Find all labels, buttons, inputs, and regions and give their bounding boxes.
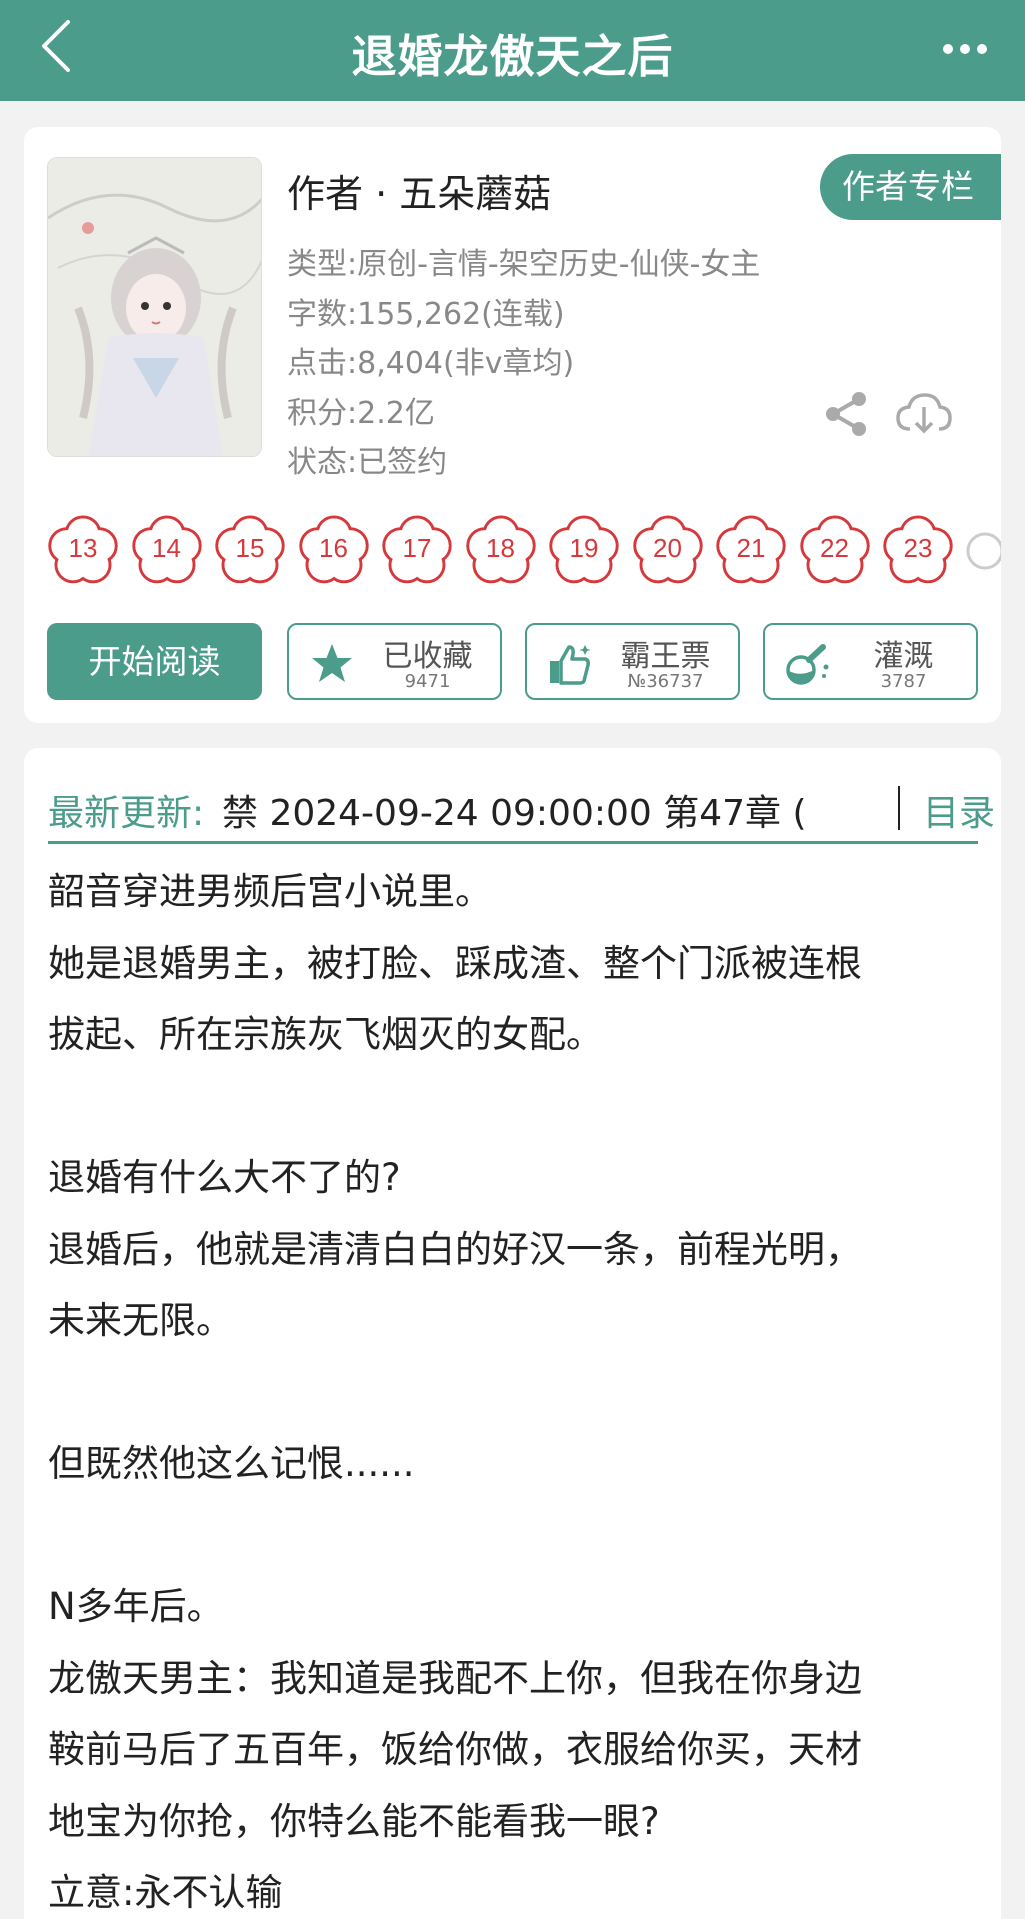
top-bar: 退婚龙傲天之后: [0, 0, 1025, 101]
badge-number: 21: [736, 533, 766, 563]
level-badge: 17: [380, 513, 454, 587]
intro-line: [48, 1500, 978, 1572]
level-badge: 23: [881, 513, 955, 587]
intro-line: 地宝为你抢，你特么能不能看我一眼?: [48, 1799, 660, 1843]
collect-label: 已收藏: [382, 639, 473, 674]
intro-line: 她是退婚男主，被打脸、踩成渣、整个门派被连根: [48, 941, 862, 985]
book-introduction: 韶音穿进男频后宫小说里。她是退婚男主，被打脸、踩成渣、整个门派被连根 拔起、所在宗…: [48, 856, 978, 1919]
intro-line: N多年后。: [48, 1585, 224, 1628]
star-icon: [312, 644, 352, 682]
intro-line: 退婚后，他就是清清白白的好汉一条，前程光明，: [48, 1227, 862, 1271]
author-column-button[interactable]: 作者专栏: [820, 154, 1001, 220]
score-text: 积分:2.2亿: [287, 395, 435, 431]
latest-update-bar[interactable]: 最新更新: 禁 2024-09-24 09:00:00 第47章 ( 目录: [48, 768, 995, 844]
badge-number: 15: [235, 533, 265, 563]
divider: [898, 786, 900, 830]
intro-line: 退婚有什么大不了的?: [48, 1156, 401, 1199]
level-badge: 21: [714, 513, 788, 587]
author-name[interactable]: 作者 · 五朵蘑菇: [287, 163, 551, 218]
collect-button[interactable]: 已收藏 9471: [287, 623, 502, 700]
badge-row: 13 14 15 16 17 18 19 20 21 22 23: [46, 513, 1001, 593]
potion-flask-icon: [786, 644, 829, 685]
intro-line: 韶音穿进男频后宫小说里。: [48, 870, 492, 913]
word-count-text: 字数:155,262(连载): [287, 296, 565, 332]
intro-card: 最新更新: 禁 2024-09-24 09:00:00 第47章 ( 目录 韶音…: [24, 748, 1001, 1919]
vote-label: 霸王票: [620, 639, 711, 674]
intro-line: 龙傲天男主：我知道是我配不上你，但我在你身边: [48, 1656, 862, 1700]
badge-number: 18: [486, 533, 515, 563]
level-badge: 14: [130, 513, 204, 587]
book-cover[interactable]: [47, 157, 262, 457]
level-badge: 15: [213, 513, 287, 587]
intro-line: 未来无限。: [48, 1299, 233, 1342]
intro-line: 立意:永不认输: [48, 1871, 283, 1914]
clicks-text: 点击:8,404(非v章均): [287, 346, 575, 381]
level-badge: 19: [547, 513, 621, 587]
water-label: 灌溉: [873, 639, 934, 674]
badge-number: 17: [402, 533, 432, 563]
water-count: 3787: [880, 671, 927, 692]
book-info-card: 作者 · 五朵蘑菇 作者专栏 类型:原创-言情-架空历史-仙侠-女主 字数:15…: [24, 127, 1001, 723]
intro-line: 鞍前马后了五百年，饭给你做，衣服给你买，天材: [48, 1728, 862, 1771]
download-button[interactable]: [894, 389, 954, 439]
start-reading-button[interactable]: 开始阅读: [47, 623, 262, 700]
intro-line: [48, 1071, 978, 1143]
intro-line: 拔起、所在宗族灰飞烟灭的女配。: [48, 1013, 603, 1056]
book-meta: 类型:原创-言情-架空历史-仙侠-女主 字数:155,262(连载) 点击:8,…: [287, 240, 760, 488]
collect-count: 9471: [404, 671, 451, 692]
level-badge: 18: [464, 513, 538, 587]
share-button[interactable]: [821, 389, 871, 439]
water-button[interactable]: 灌溉 3787: [763, 623, 978, 700]
intro-line: [48, 1357, 978, 1429]
badge-number: 14: [152, 533, 181, 563]
latest-update-label: 最新更新:: [48, 793, 205, 834]
genre-text: 类型:原创-言情-架空历史-仙侠-女主: [287, 247, 761, 282]
intro-line: 但既然他这么记恨......: [48, 1442, 415, 1485]
level-badge: 20: [631, 513, 705, 587]
level-badge: 13: [46, 513, 120, 587]
flower-badge-icon: [966, 532, 1001, 570]
table-of-contents-link[interactable]: 目录: [923, 784, 995, 836]
badge-number: 23: [903, 533, 933, 563]
more-button[interactable]: [935, 34, 995, 64]
level-badge: 22: [798, 513, 872, 587]
level-badge-partial: [965, 513, 1001, 587]
vote-count: №36737: [627, 671, 704, 692]
badge-number: 13: [68, 533, 98, 563]
more-dots-icon: [943, 44, 987, 54]
badge-number: 19: [569, 533, 599, 563]
level-badge: 16: [297, 513, 371, 587]
status-text: 状态:已签约: [287, 445, 448, 480]
cloud-download-icon: [896, 393, 952, 434]
vote-button[interactable]: 霸王票 №36737: [525, 623, 740, 700]
book-cover-illustration: [48, 158, 261, 456]
badge-number: 20: [653, 533, 682, 563]
thumbs-up-icon: [550, 645, 591, 685]
page-title: 退婚龙傲天之后: [351, 30, 674, 83]
latest-update-info[interactable]: 禁 2024-09-24 09:00:00 第47章 (: [222, 784, 834, 836]
badge-number: 22: [820, 533, 849, 563]
badge-number: 16: [319, 533, 348, 563]
share-icon: [826, 392, 866, 436]
